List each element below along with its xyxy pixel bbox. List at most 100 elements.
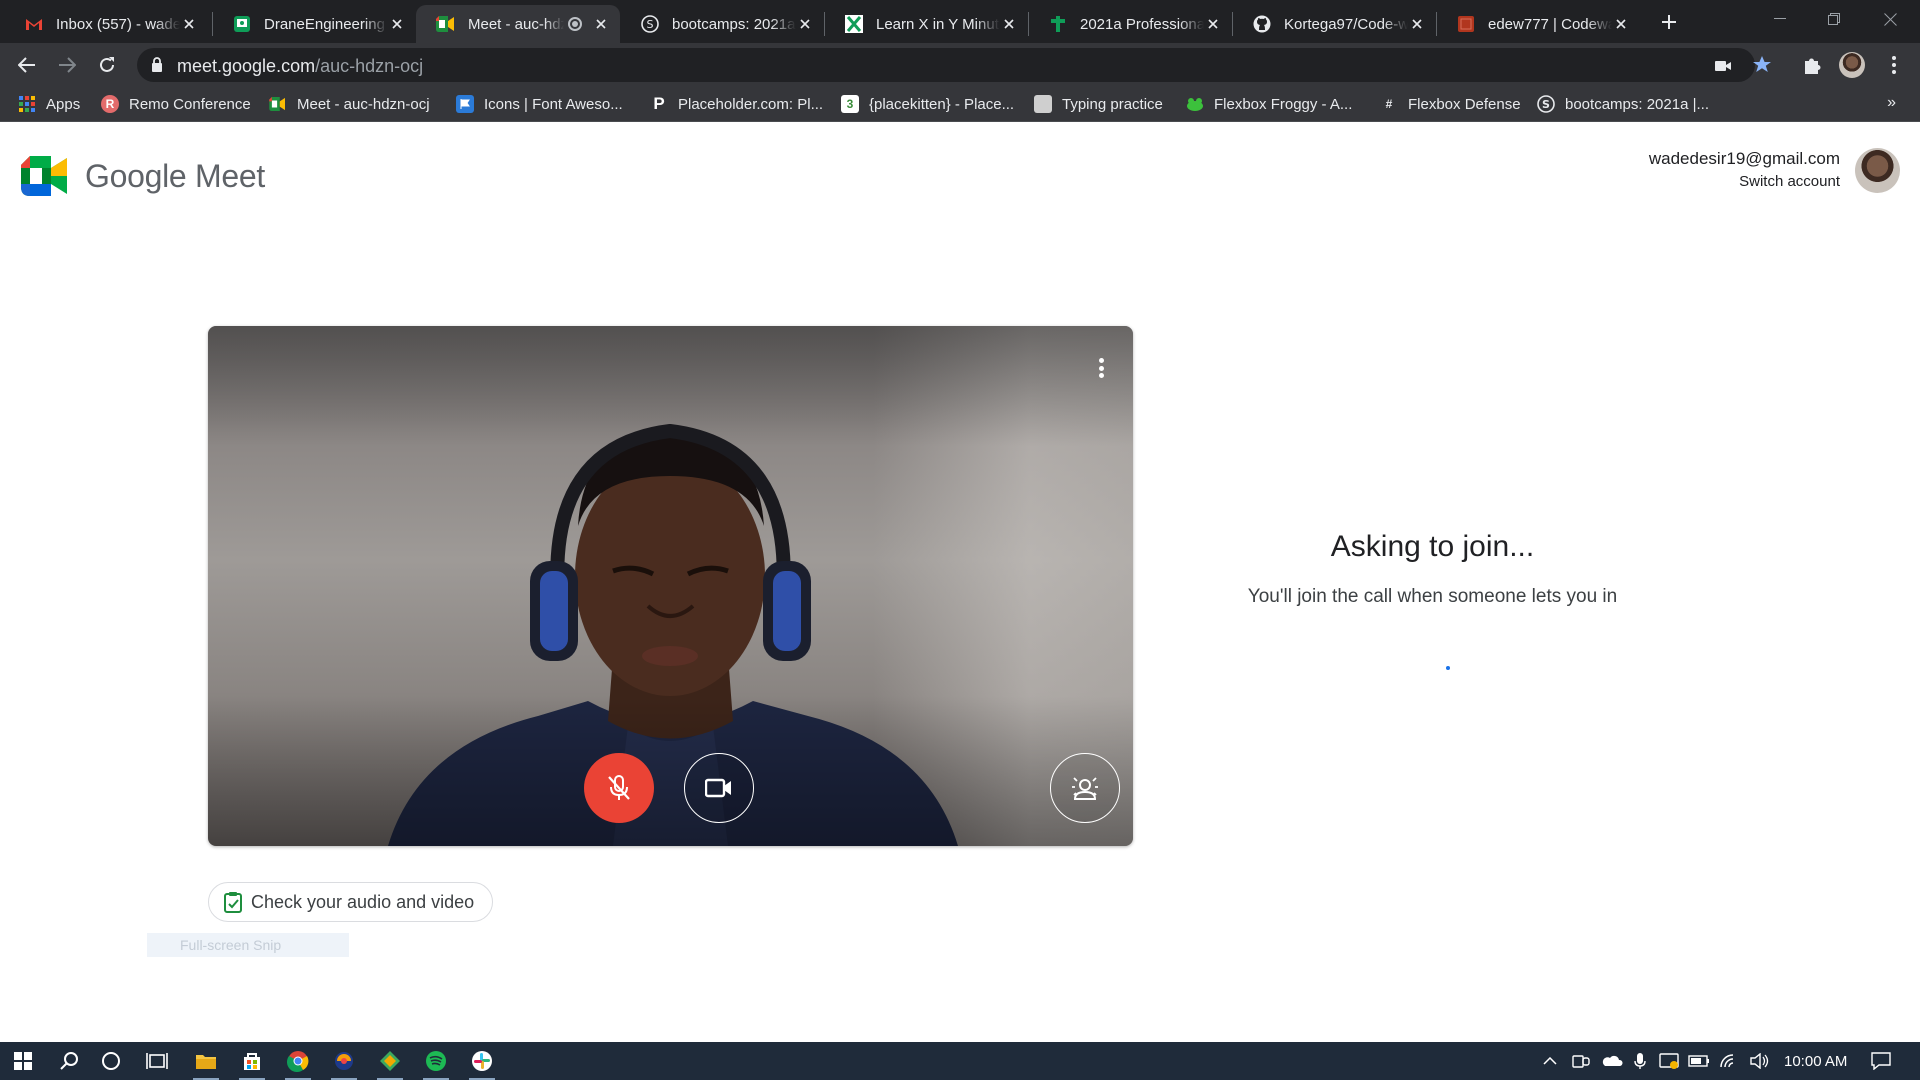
forward-button[interactable] xyxy=(52,50,82,80)
bookmark-label: Placeholder.com: Pl... xyxy=(678,95,824,113)
microphone-toggle-button[interactable] xyxy=(584,753,654,823)
tray-teams-icon[interactable] xyxy=(1568,1042,1594,1080)
tab-github[interactable]: Kortega97/Code-w xyxy=(1232,5,1436,43)
microphone-in-use-icon[interactable] xyxy=(1628,1042,1652,1080)
show-hidden-icons-button[interactable] xyxy=(1538,1042,1562,1080)
tab-learn-x[interactable]: Learn X in Y Minut xyxy=(824,5,1028,43)
reload-icon xyxy=(100,57,114,72)
chevron-right-double-icon[interactable]: » xyxy=(1887,94,1896,112)
tab-professional[interactable]: 2021a Professional xyxy=(1028,5,1232,43)
chrome-icon xyxy=(287,1051,309,1072)
notification-center-button[interactable] xyxy=(1864,1042,1898,1080)
volume-icon[interactable] xyxy=(1746,1042,1772,1080)
taskbar-chrome[interactable] xyxy=(275,1042,321,1080)
bookmark-label: Apps xyxy=(46,95,81,113)
close-icon[interactable] xyxy=(1000,15,1018,33)
task-view-button[interactable] xyxy=(134,1042,180,1080)
taskbar-clock[interactable]: 10:00 AM xyxy=(1784,1053,1847,1070)
tab-title: DraneEngineering xyxy=(264,15,385,33)
search-button[interactable] xyxy=(46,1042,92,1080)
bookmark-flexbox-froggy[interactable]: Flexbox Froggy - A... xyxy=(1186,94,1352,114)
wifi-icon[interactable] xyxy=(1716,1042,1742,1080)
visual-effects-button[interactable] xyxy=(1050,753,1120,823)
bookmark-font-awesome[interactable]: Icons | Font Aweso... xyxy=(456,94,623,114)
start-button[interactable] xyxy=(0,1042,46,1080)
reload-button[interactable] xyxy=(92,50,122,80)
tab-title: edew777 | Codewa xyxy=(1488,15,1612,33)
back-button[interactable] xyxy=(12,50,42,80)
join-status-panel: Asking to join... You'll join the call w… xyxy=(1220,530,1645,612)
meet-icon xyxy=(269,95,287,113)
tab-codewars[interactable]: edew777 | Codewa xyxy=(1436,5,1640,43)
bookmark-star-button[interactable] xyxy=(1748,51,1776,79)
folder-icon xyxy=(196,1055,216,1069)
extensions-button[interactable] xyxy=(1798,51,1826,79)
minimize-button[interactable] xyxy=(1752,0,1808,38)
close-icon[interactable] xyxy=(1612,15,1630,33)
taskbar-spotify[interactable] xyxy=(413,1042,459,1080)
taskbar-store[interactable] xyxy=(229,1042,275,1080)
bookmark-typing-practice[interactable]: Typing practice xyxy=(1034,94,1163,114)
close-icon[interactable] xyxy=(1204,15,1222,33)
puzzle-icon xyxy=(1805,58,1821,74)
bookmark-meet[interactable]: Meet - auc-hdzn-ocj xyxy=(269,94,430,114)
new-tab-button[interactable] xyxy=(1655,8,1683,36)
svg-text:S: S xyxy=(647,18,654,31)
arrow-right-icon xyxy=(59,57,76,73)
taskbar-file-explorer[interactable] xyxy=(183,1042,229,1080)
join-status-title: Asking to join... xyxy=(1330,530,1535,563)
apps-grid-icon xyxy=(18,95,36,113)
background-effects-icon xyxy=(1072,777,1098,800)
close-icon[interactable] xyxy=(388,15,406,33)
profile-avatar-icon xyxy=(1839,52,1865,78)
window-close-button[interactable] xyxy=(1862,0,1918,38)
tab-title: bootcamps: 2021a xyxy=(672,15,796,33)
close-icon[interactable] xyxy=(1408,15,1426,33)
google-meet-logo[interactable]: Google Meet xyxy=(21,156,265,196)
check-audio-video-button[interactable]: Check your audio and video xyxy=(208,882,494,922)
more-options-button[interactable] xyxy=(1091,354,1111,382)
switch-account-link[interactable]: Switch account xyxy=(1649,173,1840,190)
gmail-icon xyxy=(24,14,44,34)
close-icon[interactable] xyxy=(796,15,814,33)
github-icon xyxy=(1252,14,1272,34)
taskbar-sourcetree[interactable] xyxy=(367,1042,413,1080)
taskbar-app-blue[interactable] xyxy=(321,1042,367,1080)
tab-title: Meet - auc-hdz xyxy=(468,15,564,33)
close-icon[interactable] xyxy=(592,15,610,33)
bookmark-label: {placekitten} - Place... xyxy=(869,95,1015,113)
kitten-icon: 3 xyxy=(841,95,859,113)
plus-icon xyxy=(1662,15,1676,29)
meet-logo-text: Google Meet xyxy=(85,157,265,194)
bookmark-apps[interactable]: Apps xyxy=(18,94,80,114)
tab-gmail[interactable]: Inbox (557) - wade xyxy=(4,5,208,43)
taskbar-slack[interactable] xyxy=(459,1042,505,1080)
address-bar[interactable]: meet.google.com/auc-hdzn-ocj xyxy=(137,48,1755,82)
url-host: meet.google.com xyxy=(177,56,316,76)
bookmark-placeholder[interactable]: P Placeholder.com: Pl... xyxy=(650,94,823,114)
tab-drane-engineering[interactable]: DraneEngineering xyxy=(212,5,416,43)
tab-bootcamps[interactable]: S bootcamps: 2021a xyxy=(620,5,824,43)
bookmark-remo[interactable]: R Remo Conference xyxy=(101,94,251,114)
check-audio-video-label: Check your audio and video xyxy=(251,891,475,912)
onedrive-icon[interactable] xyxy=(1598,1042,1626,1080)
url-text: meet.google.com/auc-hdzn-ocj xyxy=(177,56,423,77)
battery-icon[interactable] xyxy=(1686,1042,1712,1080)
browser-menu-button[interactable] xyxy=(1880,51,1908,79)
screen-share-icon[interactable] xyxy=(1656,1042,1682,1080)
account-avatar[interactable] xyxy=(1855,148,1900,193)
classroom-icon xyxy=(232,14,252,34)
bookmark-placekitten[interactable]: 3 {placekitten} - Place... xyxy=(841,94,1014,114)
self-view-preview xyxy=(208,326,1133,846)
restore-button[interactable] xyxy=(1806,0,1862,38)
bookmark-bootcamps[interactable]: S bootcamps: 2021a |... xyxy=(1537,94,1709,114)
camera-in-use-icon[interactable] xyxy=(1712,55,1734,77)
full-screen-snip-overlay: Full-screen Snip xyxy=(147,933,349,957)
tab-meet[interactable]: Meet - auc-hdz xyxy=(416,5,620,43)
meet-logo-icon xyxy=(21,156,67,196)
camera-toggle-button[interactable] xyxy=(684,753,754,823)
bookmark-flexbox-defense[interactable]: # Flexbox Defense xyxy=(1380,94,1521,114)
close-icon[interactable] xyxy=(180,15,198,33)
cortana-button[interactable] xyxy=(88,1042,134,1080)
profile-button[interactable] xyxy=(1838,51,1866,79)
